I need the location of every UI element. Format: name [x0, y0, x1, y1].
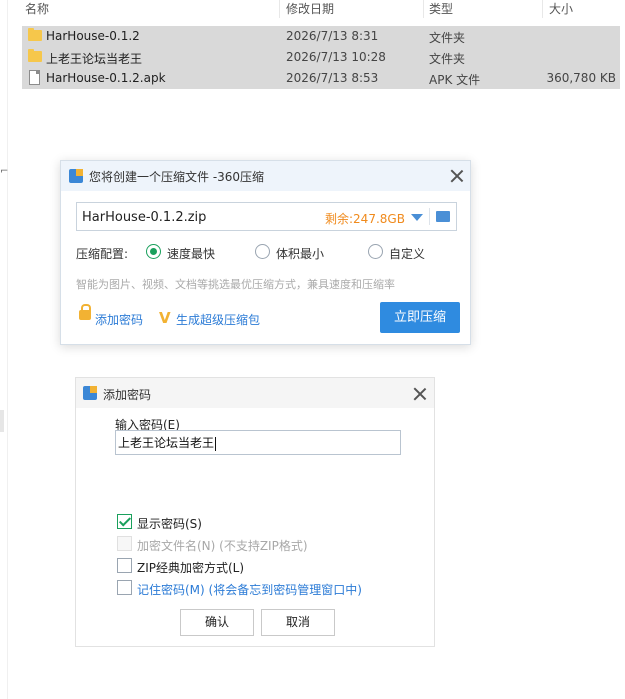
- file-name: 上老王论坛当老王: [46, 52, 143, 66]
- dialog-titlebar[interactable]: 添加密码: [76, 378, 434, 408]
- radio-smallest[interactable]: [255, 244, 270, 259]
- column-header: 名称 修改日期 类型 大小: [22, 0, 620, 18]
- lock-icon: [79, 304, 91, 320]
- navigation-pane-edge: [0, 0, 8, 699]
- folder-icon: [28, 28, 42, 41]
- file-modified: 2026/7/13 10:28: [286, 50, 386, 64]
- free-space-label: 剩余:247.8GB: [325, 212, 405, 226]
- compress-now-button[interactable]: 立即压缩: [380, 302, 460, 333]
- file-type: APK 文件: [429, 73, 481, 87]
- column-type[interactable]: 类型: [429, 0, 453, 17]
- cancel-button[interactable]: 取消: [261, 609, 335, 636]
- zip-classic-encryption-label[interactable]: ZIP经典加密方式(L): [137, 559, 244, 576]
- close-icon[interactable]: [450, 169, 464, 183]
- field-divider: [429, 208, 430, 225]
- close-icon[interactable]: [413, 387, 427, 401]
- password-input[interactable]: 上老王论坛当老王: [115, 430, 401, 455]
- show-password-checkbox[interactable]: [117, 514, 132, 529]
- add-password-dialog: 添加密码 输入密码(E) 上老王论坛当老王 显示密码(S) 加密文件名(N) (…: [75, 377, 435, 647]
- ok-button[interactable]: 确认: [180, 609, 254, 636]
- column-divider[interactable]: [279, 0, 280, 18]
- file-name: HarHouse-0.1.2.apk: [46, 71, 166, 85]
- dialog-title: 添加密码: [103, 388, 152, 402]
- column-divider[interactable]: [423, 0, 424, 18]
- file-size: 360,780 KB: [546, 71, 616, 85]
- file-row[interactable]: HarHouse-0.1.2.apk 2026/7/13 8:53 APK 文件…: [22, 68, 620, 89]
- column-divider[interactable]: [542, 0, 543, 18]
- remember-password-label[interactable]: 记住密码(M) (将会备忘到密码管理窗口中): [137, 581, 362, 598]
- radio-fastest-label[interactable]: 速度最快: [167, 245, 215, 262]
- file-icon: [29, 70, 40, 85]
- dialog-titlebar[interactable]: 您将创建一个压缩文件 -360压缩: [61, 161, 470, 191]
- text-caret: [215, 436, 217, 451]
- compress-app-icon: [83, 386, 97, 400]
- super-pack-icon: V: [159, 309, 171, 327]
- navigation-pane-glyph: ⌐: [0, 166, 9, 177]
- file-modified: 2026/7/13 8:31: [286, 29, 379, 43]
- folder-icon: [28, 49, 42, 62]
- dialog-title: 您将创建一个压缩文件 -360压缩: [89, 170, 265, 184]
- encrypt-filenames-label: 加密文件名(N) (不支持ZIP格式): [137, 539, 308, 553]
- dropdown-arrow-icon[interactable]: [411, 214, 423, 221]
- file-type: 文件夹: [429, 31, 466, 45]
- compress-hint: 智能为图片、视频、文档等挑选最优压缩方式，兼具速度和压缩率: [76, 278, 395, 291]
- compress-config-label: 压缩配置:: [76, 247, 129, 261]
- super-pack-link[interactable]: 生成超级压缩包: [176, 311, 260, 328]
- column-name[interactable]: 名称: [25, 0, 49, 17]
- remember-password-checkbox[interactable]: [117, 580, 132, 595]
- zip-classic-encryption-checkbox[interactable]: [117, 558, 132, 573]
- show-password-label[interactable]: 显示密码(S): [137, 515, 202, 532]
- radio-custom-label[interactable]: 自定义: [389, 245, 425, 262]
- radio-smallest-label[interactable]: 体积最小: [276, 245, 324, 262]
- archive-filename[interactable]: HarHouse-0.1.2.zip: [82, 210, 206, 225]
- file-type: 文件夹: [429, 52, 466, 66]
- radio-fastest[interactable]: [146, 244, 161, 259]
- compress-dialog: 您将创建一个压缩文件 -360压缩 HarHouse-0.1.2.zip 剩余:…: [60, 160, 471, 345]
- compress-app-icon: [69, 169, 83, 183]
- file-row[interactable]: HarHouse-0.1.2 2026/7/13 8:31 文件夹: [22, 26, 620, 47]
- add-password-link[interactable]: 添加密码: [95, 311, 143, 328]
- encrypt-filenames-checkbox: [117, 536, 132, 551]
- column-size[interactable]: 大小: [549, 0, 573, 17]
- navigation-pane-scroll[interactable]: [0, 410, 4, 432]
- file-modified: 2026/7/13 8:53: [286, 71, 379, 85]
- radio-custom[interactable]: [368, 244, 383, 259]
- file-name: HarHouse-0.1.2: [46, 29, 140, 43]
- archive-path-field[interactable]: HarHouse-0.1.2.zip 剩余:247.8GB: [76, 202, 457, 231]
- browse-folder-icon[interactable]: [436, 211, 450, 222]
- column-modified[interactable]: 修改日期: [286, 0, 334, 17]
- file-row[interactable]: 上老王论坛当老王 2026/7/13 10:28 文件夹: [22, 47, 620, 68]
- password-value: 上老王论坛当老王: [118, 436, 215, 450]
